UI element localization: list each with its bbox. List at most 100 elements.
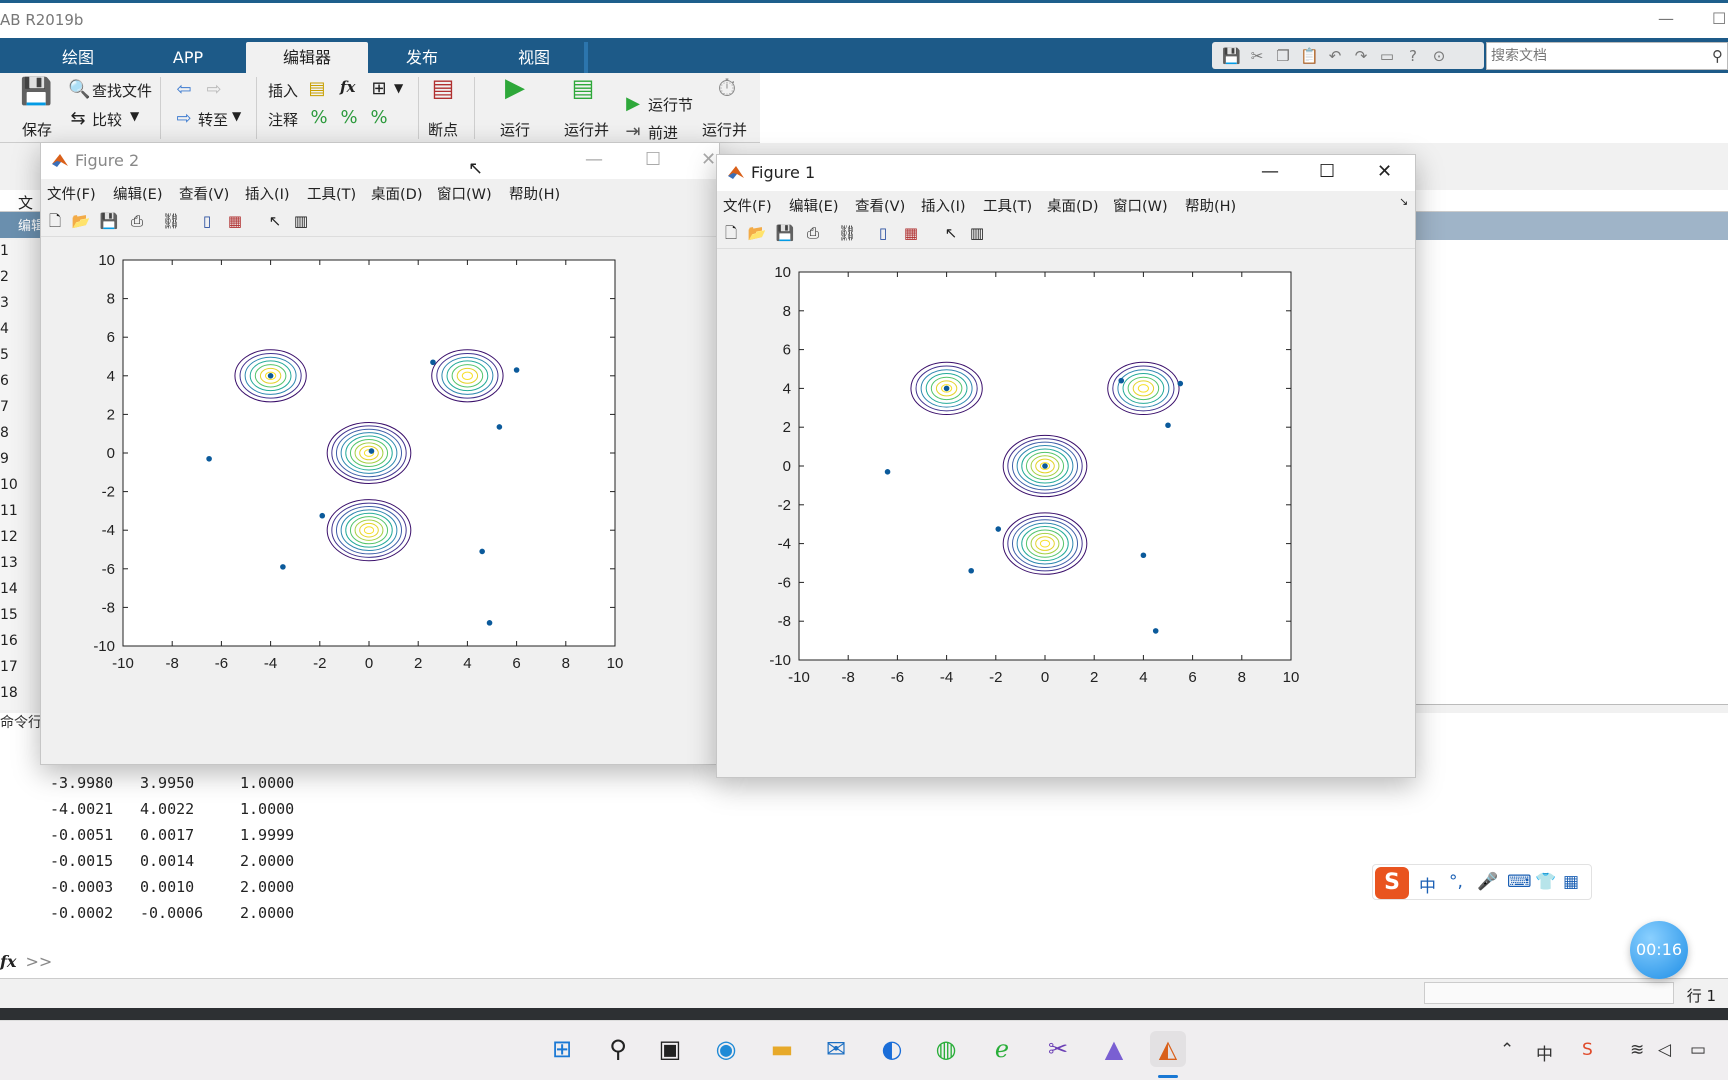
advance-button[interactable]: 前进 bbox=[648, 122, 678, 143]
menu-tools[interactable]: 工具(T) bbox=[307, 183, 356, 204]
task-view-icon[interactable]: ▣ bbox=[652, 1031, 688, 1067]
contour-plot[interactable]: -10 -8 -6 -4 -2 0 2 4 6 8 10 -10 -8 -6 -4 -2 0 2 4 6 8 10 bbox=[717, 250, 1415, 776]
maximize-icon[interactable]: ☐ bbox=[1712, 9, 1726, 28]
search-icon[interactable]: ⚲ bbox=[1712, 47, 1723, 65]
menu-view[interactable]: 查看(V) bbox=[855, 195, 905, 216]
comment-button[interactable]: 注释 bbox=[268, 109, 298, 130]
menu-window[interactable]: 窗口(W) bbox=[437, 183, 492, 204]
goto-button[interactable]: 转至 bbox=[198, 109, 228, 130]
matlab-icon[interactable]: ◭ bbox=[1150, 1031, 1186, 1067]
battery-icon[interactable]: ▭ bbox=[1690, 1040, 1706, 1060]
property-editor-icon[interactable]: ▥ bbox=[967, 223, 987, 243]
colorbar-icon[interactable]: ▯ bbox=[873, 223, 893, 243]
sogou-logo-icon[interactable]: S bbox=[1375, 867, 1409, 899]
photos-icon[interactable]: ▲ bbox=[1096, 1031, 1132, 1067]
wechat-icon[interactable]: ◍ bbox=[928, 1031, 964, 1067]
help-icon[interactable]: ? bbox=[1404, 47, 1422, 65]
switch-windows-icon[interactable]: ▭ bbox=[1378, 47, 1396, 65]
new-figure-icon[interactable]: 🗋 bbox=[45, 211, 65, 231]
chevron-down-icon[interactable]: ▼ bbox=[232, 109, 241, 123]
run-section-icon[interactable]: ▶ bbox=[622, 93, 644, 115]
search-icon[interactable]: ⚲ bbox=[600, 1031, 636, 1067]
contour-plot[interactable]: -10 -8 -6 -4 -2 0 2 4 6 8 10 -10 -8 -6 -4 -2 0 2 4 6 8 10 bbox=[41, 238, 719, 764]
compare-icon[interactable]: ⇆ bbox=[68, 108, 88, 130]
save-button[interactable]: 保存 bbox=[22, 119, 52, 140]
menu-help[interactable]: 帮助(H) bbox=[1185, 195, 1236, 216]
run-and-advance-button[interactable]: 运行并 bbox=[564, 119, 609, 140]
advance-icon[interactable]: ⇥ bbox=[622, 121, 644, 143]
indent-icon[interactable]: ⊞ bbox=[368, 78, 390, 100]
volume-icon[interactable]: ◁ bbox=[1658, 1040, 1671, 1060]
customize-icon[interactable]: ⊙ bbox=[1430, 47, 1448, 65]
ime-toolbar[interactable]: S 中 °, 🎤 ⌨ 👕 ▦ bbox=[1372, 864, 1592, 900]
chevron-up-icon[interactable]: ⌃ bbox=[1500, 1040, 1514, 1060]
file-explorer-icon[interactable]: ▬ bbox=[764, 1031, 800, 1067]
goto-icon[interactable]: ⇨ bbox=[172, 108, 196, 130]
legend-icon[interactable]: ▦ bbox=[901, 223, 921, 243]
insert-button[interactable]: 插入 bbox=[268, 80, 298, 101]
uncomment-icon[interactable]: % bbox=[338, 107, 360, 129]
maximize-icon[interactable]: ☐ bbox=[645, 147, 661, 173]
ime-chinese-mode[interactable]: 中 bbox=[1419, 872, 1436, 897]
new-figure-icon[interactable]: 🗋 bbox=[721, 223, 741, 243]
save-icon[interactable]: 💾 bbox=[99, 211, 119, 231]
menu-view[interactable]: 查看(V) bbox=[179, 183, 229, 204]
recording-timer[interactable]: 00:16 bbox=[1630, 921, 1688, 979]
comment-percent-icon[interactable]: % bbox=[308, 107, 330, 129]
breakpoints-icon[interactable]: ▤ bbox=[428, 76, 458, 109]
legend-icon[interactable]: ▦ bbox=[225, 211, 245, 231]
pointer-icon[interactable]: ↖ bbox=[265, 211, 285, 231]
minimize-icon[interactable]: — bbox=[1261, 159, 1279, 185]
search-input[interactable] bbox=[1491, 43, 1691, 69]
menu-edit[interactable]: 编辑(E) bbox=[113, 183, 162, 204]
open-file-icon[interactable]: 📂 bbox=[747, 223, 767, 243]
tab-publish[interactable]: 发布 bbox=[372, 42, 472, 73]
ie-icon[interactable]: ℯ bbox=[984, 1031, 1020, 1067]
cut-icon[interactable]: ✂ bbox=[1248, 47, 1266, 65]
start-icon[interactable]: ⊞ bbox=[544, 1031, 580, 1067]
tab-apps[interactable]: APP bbox=[148, 42, 228, 73]
menu-edit[interactable]: 编辑(E) bbox=[789, 195, 838, 216]
menu-insert[interactable]: 插入(I) bbox=[245, 183, 290, 204]
dock-arrow-icon[interactable]: ↘ bbox=[1399, 195, 1408, 208]
chevron-down-icon[interactable]: ▼ bbox=[130, 109, 139, 123]
link-plot-icon[interactable]: ⛓ bbox=[161, 211, 181, 231]
colorbar-icon[interactable]: ▯ bbox=[197, 211, 217, 231]
command-prompt[interactable]: fx >> bbox=[0, 952, 52, 971]
snipping-tool-icon[interactable]: ✂ bbox=[1040, 1031, 1076, 1067]
lenovo-app-icon[interactable]: ◐ bbox=[874, 1031, 910, 1067]
fx-icon[interactable]: fx bbox=[0, 952, 16, 971]
wifi-icon[interactable]: ≋ bbox=[1630, 1040, 1644, 1060]
insert-function-button[interactable]: fx bbox=[340, 78, 355, 96]
menu-desktop[interactable]: 桌面(D) bbox=[371, 183, 422, 204]
input-method-icon[interactable]: 中 bbox=[1536, 1040, 1553, 1065]
property-editor-icon[interactable]: ▥ bbox=[291, 211, 311, 231]
mail-icon[interactable]: ✉ bbox=[818, 1031, 854, 1067]
ime-punctuation[interactable]: °, bbox=[1449, 872, 1463, 892]
menu-desktop[interactable]: 桌面(D) bbox=[1047, 195, 1098, 216]
tab-editor[interactable]: 编辑器 bbox=[246, 42, 368, 73]
open-file-icon[interactable]: 📂 bbox=[71, 211, 91, 231]
copy-icon[interactable]: ❐ bbox=[1274, 47, 1292, 65]
run-icon[interactable]: ▶ bbox=[500, 75, 530, 109]
back-arrow-icon[interactable]: ⇦ bbox=[172, 79, 196, 101]
save-icon[interactable]: 💾 bbox=[1222, 47, 1241, 65]
undo-icon[interactable]: ↶ bbox=[1326, 47, 1344, 65]
print-icon[interactable]: ⎙ bbox=[127, 211, 147, 231]
wrap-comments-icon[interactable]: % bbox=[368, 107, 390, 129]
keyboard-icon[interactable]: ⌨ bbox=[1507, 872, 1532, 892]
run-and-time-button[interactable]: 运行并 bbox=[702, 119, 747, 140]
minimize-icon[interactable]: — bbox=[1658, 9, 1674, 28]
maximize-icon[interactable]: ☐ bbox=[1319, 159, 1335, 185]
insert-section-icon[interactable]: ▤ bbox=[306, 78, 328, 100]
minimize-icon[interactable]: — bbox=[585, 147, 603, 173]
pointer-icon[interactable]: ↖ bbox=[941, 223, 961, 243]
redo-icon[interactable]: ↷ bbox=[1352, 47, 1370, 65]
editor-text-area[interactable] bbox=[1415, 240, 1728, 705]
print-icon[interactable]: ⎙ bbox=[803, 223, 823, 243]
menu-file[interactable]: 文件(F) bbox=[723, 195, 772, 216]
close-icon[interactable]: ✕ bbox=[1377, 159, 1392, 185]
run-section-button[interactable]: 运行节 bbox=[648, 94, 693, 115]
compare-button[interactable]: 比较 bbox=[92, 109, 122, 130]
figure-window[interactable]: Figure 2 — ☐ ✕ 文件(F) 编辑(E) 查看(V) 插入(I) 工… bbox=[40, 142, 720, 765]
